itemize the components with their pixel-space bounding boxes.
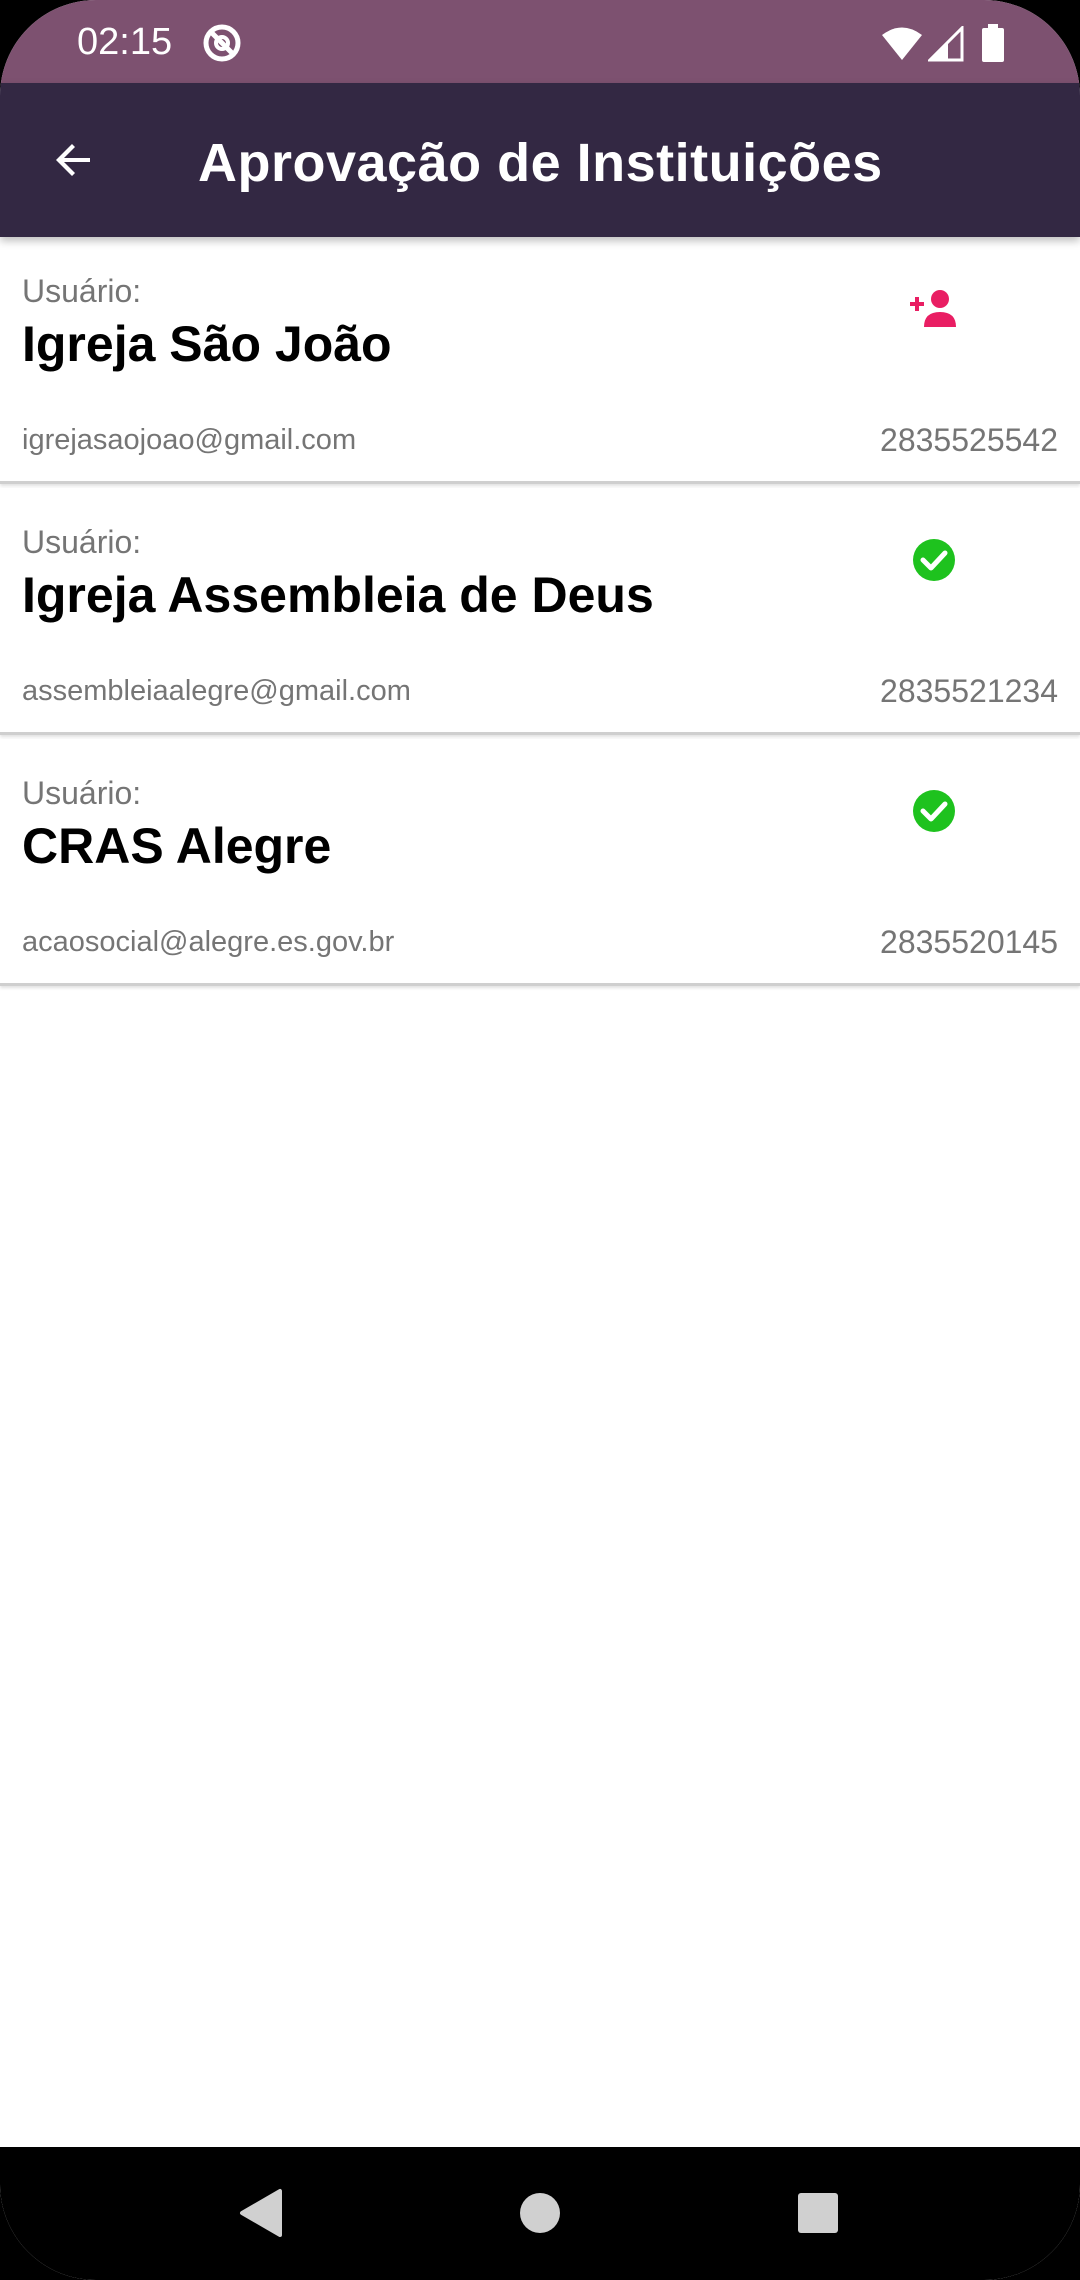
institution-name: CRAS Alegre [22,818,332,874]
institution-phone: 2835525542 [880,422,1058,458]
institution-email: assembleiaalegre@gmail.com [22,675,411,707]
nav-back-button[interactable] [225,2177,297,2249]
app-bar: Aprovação de Instituições [0,83,1080,237]
institution-card[interactable]: Usuário: Igreja São João igrejasaojoao@g… [0,237,1080,484]
status-bar: 02:15 [0,0,1080,83]
status-time: 02:15 [77,21,173,63]
system-nav-bar [0,2147,1080,2280]
user-label: Usuário: [22,524,142,560]
institution-name: Igreja Assembleia de Deus [22,567,654,623]
arrow-back-icon [56,144,90,176]
app-notification-icon [203,24,241,62]
institution-card[interactable]: Usuário: CRAS Alegre acaosocial@alegre.e… [0,739,1080,986]
battery-icon [982,24,1004,62]
back-button[interactable] [38,124,110,196]
institution-list: Usuário: Igreja São João igrejasaojoao@g… [0,237,1080,990]
nav-recents-button[interactable] [782,2177,854,2249]
institution-phone: 2835521234 [880,673,1058,709]
institution-card[interactable]: Usuário: Igreja Assembleia de Deus assem… [0,488,1080,735]
institution-email: acaosocial@alegre.es.gov.br [22,926,395,958]
check-circle-icon [913,790,955,832]
signal-icon [928,26,964,62]
nav-back-icon [240,2189,282,2237]
approve-institution-button[interactable] [904,279,964,339]
page-title: Aprovação de Instituições [198,133,883,193]
approved-status-button[interactable] [904,781,964,841]
nav-recents-icon [798,2193,838,2233]
institution-phone: 2835520145 [880,924,1058,960]
wifi-icon [882,27,922,60]
institution-email: igrejasaojoao@gmail.com [22,424,357,456]
screen: 02:15 Aprovação de Instituições Usuário:… [0,0,1080,2280]
user-label: Usuário: [22,273,142,309]
check-circle-icon [913,539,955,581]
approved-status-button[interactable] [904,530,964,590]
person-add-icon [910,290,956,327]
user-label: Usuário: [22,775,142,811]
institution-name: Igreja São João [22,316,392,372]
nav-home-icon [520,2193,560,2233]
nav-home-button[interactable] [504,2177,576,2249]
